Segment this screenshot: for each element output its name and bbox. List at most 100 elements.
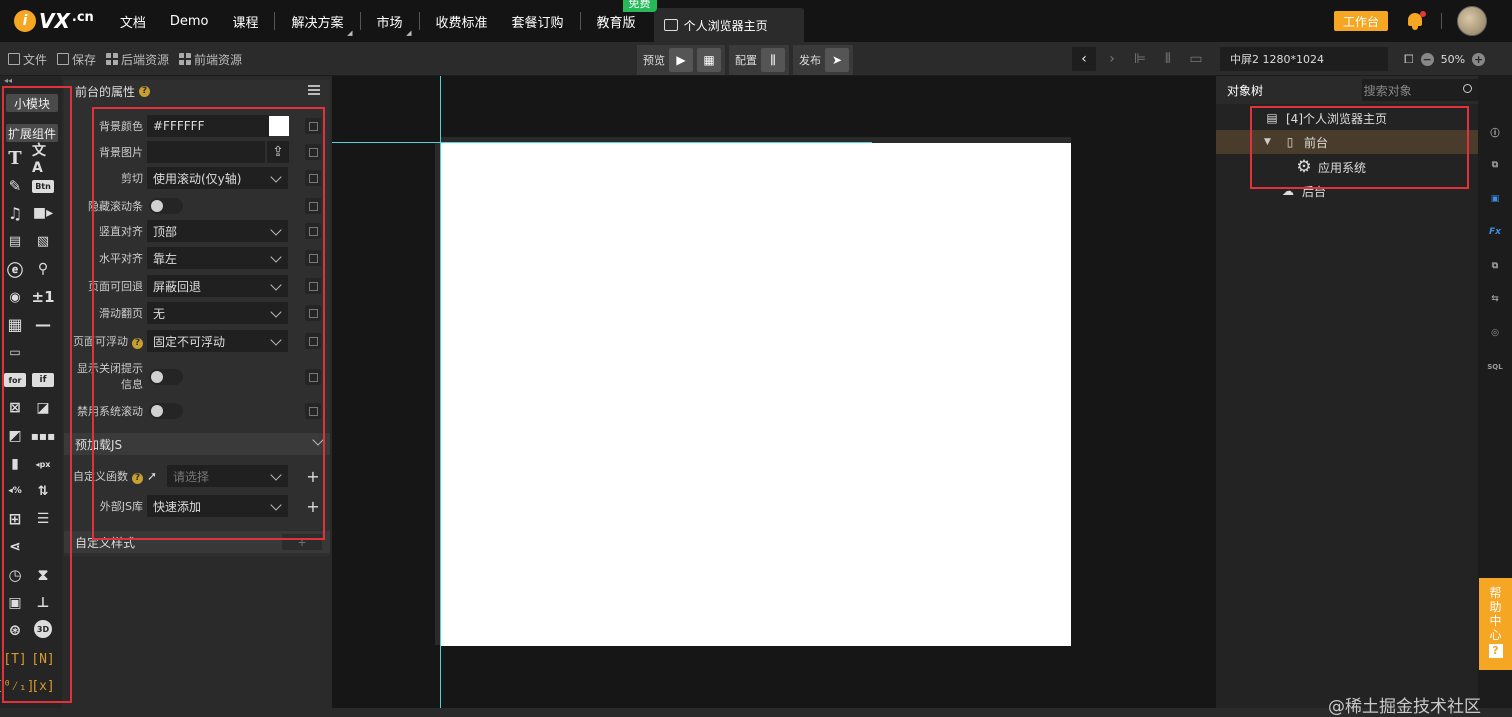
table-icon[interactable]: ⊞	[4, 509, 26, 529]
expression-variable-icon[interactable]: [x]	[31, 676, 54, 696]
help-icon[interactable]: ?	[139, 85, 151, 97]
copy-icon[interactable]	[305, 118, 321, 134]
tab-object-tree[interactable]: 对象树	[1216, 82, 1362, 99]
small-module-button[interactable]: 小模块	[6, 94, 58, 112]
add-function-icon[interactable]: +	[305, 467, 321, 486]
align-center-icon[interactable]: ⫴	[1156, 47, 1180, 71]
atom-icon[interactable]: ⊛	[4, 620, 26, 640]
ivx-logo[interactable]: i VX .cn	[14, 9, 94, 33]
components-icon[interactable]: ⧉	[1487, 157, 1503, 173]
bg-color-input[interactable]: #FFFFFF	[147, 115, 269, 137]
copy-icon[interactable]	[305, 403, 321, 419]
copy-icon[interactable]	[305, 278, 321, 294]
preload-js-section[interactable]: 预加载JS	[64, 433, 330, 455]
vertical-guide-line[interactable]	[440, 76, 441, 708]
video-icon[interactable]: ■▸	[32, 203, 54, 223]
note-icon[interactable]: ◪	[32, 398, 54, 418]
screen-size-select[interactable]: 中屏2 1280*1024	[1220, 47, 1388, 71]
qr-preview-icon[interactable]: ▦	[697, 48, 721, 72]
button-icon[interactable]: Btn	[32, 180, 54, 193]
search-icon[interactable]	[1463, 84, 1472, 93]
bg-image-input[interactable]	[147, 141, 265, 163]
float-select[interactable]: 固定不可浮动	[147, 330, 288, 352]
counter-icon[interactable]: ±1	[32, 287, 55, 307]
save-button[interactable]: 保存	[57, 51, 96, 68]
zoom-out-icon[interactable]: −	[1420, 52, 1434, 66]
hide-scroll-toggle[interactable]	[149, 198, 183, 214]
swap-icon[interactable]: ⇆	[1487, 291, 1503, 307]
file-button[interactable]: 文件	[8, 51, 47, 68]
nav-courses[interactable]: 课程	[220, 12, 270, 31]
tab-current-project[interactable]: 个人浏览器主页	[653, 8, 804, 42]
monitor-icon[interactable]: ▭	[1184, 47, 1208, 71]
image-text-icon[interactable]: ▤	[4, 231, 26, 251]
dots-bar-icon[interactable]: ▪▪▪	[31, 426, 55, 446]
help-center-button[interactable]: 帮 助 中 心 ?	[1479, 578, 1512, 670]
object-search-input[interactable]: 搜索对象	[1361, 79, 1478, 101]
tree-node-app-system[interactable]: ⚙ 应用系统	[1216, 155, 1478, 179]
caret-down-icon[interactable]: ▼	[1264, 137, 1282, 147]
text-icon[interactable]: T	[4, 148, 26, 169]
sort-icon[interactable]: ⇅	[32, 481, 54, 501]
plugin-icon[interactable]: ◎	[1487, 325, 1503, 341]
function-icon[interactable]: Fx	[1487, 224, 1503, 240]
upload-icon[interactable]: ⇪	[267, 141, 289, 163]
help-icon[interactable]: ?	[132, 473, 143, 484]
bell-icon[interactable]	[1406, 11, 1426, 31]
hourglass-icon[interactable]: ⧗	[32, 565, 54, 585]
add-style-icon[interactable]: +	[282, 534, 322, 550]
copy-panel-icon[interactable]: ⧉	[1487, 258, 1503, 274]
undo-icon[interactable]: ‹	[1072, 47, 1096, 71]
back-select[interactable]: 屏蔽回退	[147, 275, 288, 297]
halign-select[interactable]: 靠左	[147, 247, 288, 269]
share-icon[interactable]: ⋖	[4, 537, 26, 557]
custom-fn-select[interactable]: 请选择	[167, 465, 288, 487]
add-library-icon[interactable]: +	[305, 497, 321, 516]
tree-node-backend[interactable]: ☁ 后台	[1216, 179, 1478, 203]
external-js-select[interactable]: 快速添加	[147, 495, 288, 517]
translate-icon[interactable]: 文A	[32, 143, 54, 176]
valign-select[interactable]: 顶部	[147, 220, 288, 242]
copy-icon[interactable]	[305, 170, 321, 186]
disable-scroll-toggle[interactable]	[149, 403, 183, 419]
zoom-in-icon[interactable]: +	[1472, 52, 1486, 66]
menu-icon[interactable]	[308, 85, 320, 95]
nav-education[interactable]: 教育版 免费	[585, 0, 657, 31]
live-icon[interactable]: ▭	[4, 342, 26, 362]
layers-icon[interactable]: ◩	[4, 426, 26, 446]
nav-pricing[interactable]: 收费标准	[424, 12, 500, 31]
sliders-icon[interactable]: ⫼	[761, 48, 785, 72]
frontend-resources-button[interactable]: 前端资源	[179, 51, 242, 68]
text-variable-icon[interactable]: [T]	[3, 649, 26, 669]
page-artboard[interactable]	[441, 143, 1071, 646]
horizontal-guide-line[interactable]	[332, 142, 872, 143]
icon-component-icon[interactable]: ◉	[4, 287, 26, 307]
cursor-pick-icon[interactable]: ➚	[147, 469, 163, 483]
browser-icon[interactable]: ⓔ	[4, 259, 26, 280]
music-icon[interactable]: ♫	[4, 203, 26, 223]
image-icon[interactable]: ▧	[32, 231, 54, 251]
backend-resources-button[interactable]: 后端资源	[106, 51, 169, 68]
3d-icon[interactable]: 3D	[34, 620, 52, 638]
redo-icon[interactable]: ›	[1100, 47, 1124, 71]
tree-node-frontend[interactable]: ▼ ▯ 前台	[1216, 130, 1478, 154]
canvas-icon[interactable]: ▣	[4, 593, 26, 613]
copy-icon[interactable]	[305, 223, 321, 239]
help-icon[interactable]: ?	[132, 338, 143, 349]
copy-icon[interactable]	[305, 198, 321, 214]
play-icon[interactable]: ▶	[669, 48, 693, 72]
percent-icon[interactable]: ◂%	[4, 481, 26, 501]
px-unit-icon[interactable]: ◂px	[32, 454, 54, 474]
tree-list-icon[interactable]: ☰	[32, 509, 54, 529]
close-tip-toggle[interactable]	[149, 369, 183, 385]
swipe-select[interactable]: 无	[147, 302, 288, 324]
copy-icon[interactable]	[305, 369, 321, 385]
org-chart-icon[interactable]: ⊥	[32, 593, 54, 613]
vertical-slider-icon[interactable]: ▮	[4, 454, 26, 474]
for-loop-icon[interactable]: for	[4, 373, 26, 387]
info-icon[interactable]: ⓘ	[1487, 124, 1503, 140]
if-condition-icon[interactable]: if	[32, 373, 54, 387]
line-icon[interactable]: —	[32, 314, 54, 334]
copy-icon[interactable]	[305, 333, 321, 349]
nav-docs[interactable]: 文档	[108, 12, 158, 31]
